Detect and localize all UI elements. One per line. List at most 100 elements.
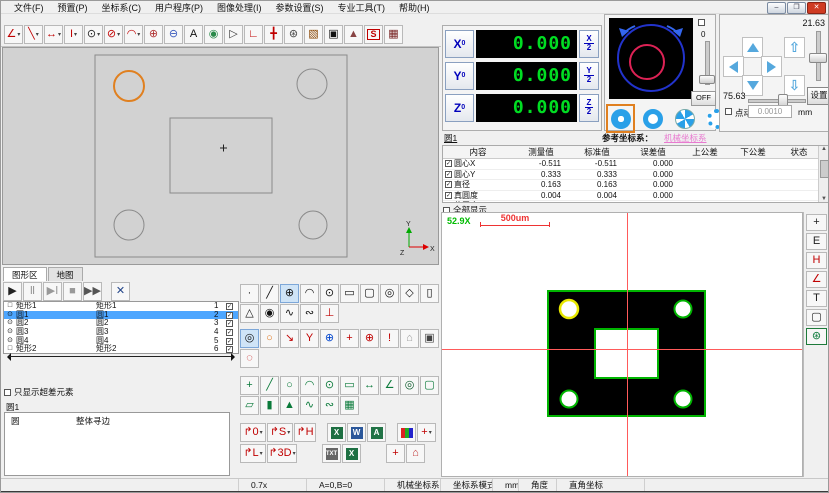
ellipse-tool[interactable]: ⊙ <box>320 284 339 303</box>
width-measure-icon[interactable]: ↔▾ <box>44 25 63 44</box>
stop-button[interactable]: ■ <box>63 282 82 301</box>
coord-save-button[interactable]: ↱S▾ <box>267 423 293 442</box>
menu-pro-tools[interactable]: 专业工具(T) <box>331 1 393 14</box>
o-ring-tool[interactable]: ○ <box>260 329 279 348</box>
rect-tool[interactable]: ▭ <box>340 284 359 303</box>
view-settings-gear-icon[interactable]: ⊛ <box>806 328 827 345</box>
element-checkbox[interactable]: ✓ <box>226 338 233 345</box>
element-checkbox[interactable]: ✓ <box>226 329 233 336</box>
height-measure-icon[interactable]: I▾ <box>64 25 83 44</box>
closed-curve-tool[interactable]: ∾ <box>300 304 319 323</box>
dropdown-arrow[interactable]: ▾ <box>58 31 61 38</box>
circle-tool[interactable]: ⊕ <box>280 284 299 303</box>
arc-tool[interactable]: ◠ <box>300 284 319 303</box>
color-view-icon[interactable]: ◉ <box>204 25 223 44</box>
construct-slot[interactable]: ▢ <box>420 376 439 395</box>
split-tool[interactable]: Υ <box>300 329 319 348</box>
circle-slash-icon[interactable]: ⊘▾ <box>104 25 123 44</box>
text-label-icon[interactable]: T <box>806 290 827 307</box>
menu-preset[interactable]: 预置(P) <box>51 1 95 14</box>
dropdown-arrow[interactable]: ▾ <box>293 450 296 457</box>
excel2-export-button[interactable]: X <box>342 444 361 463</box>
ring-edge-tool[interactable]: ◎ <box>240 329 259 348</box>
step-button[interactable]: ▶Ⅰ <box>43 282 62 301</box>
construct-plane[interactable]: ▱ <box>240 396 259 415</box>
edge-detect-icon[interactable]: E <box>806 233 827 250</box>
detail-row[interactable]: 圆整体寻边 <box>5 413 229 427</box>
close-button[interactable]: ✕ <box>807 2 826 14</box>
menu-param-settings[interactable]: 参数设置(S) <box>269 1 331 14</box>
dropdown-arrow[interactable]: ▾ <box>36 31 39 38</box>
matrix-tool[interactable]: ▦ <box>340 396 359 415</box>
row-checkbox[interactable]: ✓ <box>445 160 452 167</box>
txt-export-button[interactable]: TXT <box>322 444 341 463</box>
construct-arc[interactable]: ◠ <box>300 376 319 395</box>
z-up-button[interactable]: ⇧ <box>784 37 805 58</box>
element-row-圆4[interactable]: ⊙圆4圆45✓ <box>4 337 238 346</box>
element-list-hscrollbar[interactable] <box>3 353 239 361</box>
ffwd-button[interactable]: ▶▶ <box>83 282 102 301</box>
arc-measure-icon[interactable]: ◠▾ <box>124 25 143 44</box>
restore-button[interactable]: ❐ <box>787 2 806 14</box>
ref-coordsys-link[interactable]: 机械坐标系 <box>664 132 707 144</box>
zoom-out-icon[interactable]: ⊖ <box>164 25 183 44</box>
focus-region-button[interactable]: +▾ <box>417 423 436 442</box>
element-row-圆1[interactable]: ⊙圆1圆12✓ <box>4 311 238 320</box>
color-bars-button[interactable] <box>397 423 416 442</box>
settings-gear-icon[interactable]: ⊛ <box>284 25 303 44</box>
cone-tool[interactable]: △ <box>240 304 259 323</box>
menu-help[interactable]: 帮助(H) <box>392 1 437 14</box>
ring-tool[interactable]: ◎ <box>380 284 399 303</box>
construct-cylinder[interactable]: ▮ <box>260 396 279 415</box>
filter-checkbox[interactable] <box>4 389 11 396</box>
pin-mark-button[interactable]: + <box>386 444 405 463</box>
report-export-button[interactable]: A <box>367 423 386 442</box>
tab-map[interactable]: 地图 <box>48 267 83 281</box>
dropdown-arrow[interactable]: ▾ <box>117 31 120 38</box>
jog-right-button[interactable] <box>761 56 782 77</box>
probe-pin-tool[interactable]: ! <box>380 329 399 348</box>
construct-circle[interactable]: ○ <box>280 376 299 395</box>
zoom-region-tool[interactable]: ⊕ <box>320 329 339 348</box>
point-tool[interactable]: · <box>240 284 259 303</box>
text-annotation-icon[interactable]: A <box>184 25 203 44</box>
jog-mode-checkbox[interactable] <box>725 108 732 115</box>
scroll-left-arrow[interactable] <box>3 353 11 361</box>
tool-config-button[interactable]: ✕ <box>111 282 130 301</box>
hole-2[interactable] <box>675 301 692 318</box>
filter-outof-tolerance[interactable]: 只显示超差元素 <box>4 386 74 398</box>
coord-recall-button[interactable]: ↱H <box>294 423 316 442</box>
ring-light-full-button[interactable] <box>606 104 635 133</box>
video-measure-view[interactable]: 52.9X 500um <box>441 212 803 477</box>
measure-row-圆心Y[interactable]: ✓圆心Y0.3330.3330.000 <box>443 170 829 181</box>
polygon-tool[interactable]: ◇ <box>400 284 419 303</box>
hole-1-selected[interactable] <box>560 300 578 318</box>
capture-icon[interactable]: ▣ <box>324 25 343 44</box>
row-checkbox[interactable]: ✓ <box>445 181 452 188</box>
half-x-button[interactable]: X2 <box>579 30 599 58</box>
dropdown-arrow[interactable]: ▾ <box>137 31 140 38</box>
ring-light-quadrant-button[interactable] <box>670 104 699 133</box>
minimize-button[interactable]: – <box>767 2 786 14</box>
jog-left-button[interactable] <box>723 56 744 77</box>
menu-image-processing[interactable]: 图像处理(I) <box>210 1 269 14</box>
settings-button[interactable]: 设置 <box>807 87 829 105</box>
crosshair-x-icon[interactable]: + <box>806 214 827 231</box>
ring-light-inner-button[interactable] <box>638 104 667 133</box>
coord-axes-icon[interactable]: ∟ <box>244 25 263 44</box>
construct-point[interactable]: + <box>240 376 259 395</box>
coord-origin-button[interactable]: ↱0▾ <box>240 423 266 442</box>
menu-coordsys[interactable]: 坐标系(C) <box>95 1 149 14</box>
camera-view[interactable] <box>609 18 693 99</box>
height-tool[interactable]: ⊥ <box>320 304 339 323</box>
jog-up-button[interactable] <box>742 37 763 58</box>
exit-icon[interactable]: ▦ <box>384 25 403 44</box>
dropdown-arrow[interactable]: ▾ <box>17 31 20 38</box>
coord-level-button[interactable]: ↱L▾ <box>240 444 266 463</box>
calibration-icon[interactable]: ▧ <box>304 25 323 44</box>
pause-button[interactable]: Ⅱ <box>23 282 42 301</box>
dropdown-arrow[interactable]: ▾ <box>97 31 100 38</box>
inner-rect[interactable] <box>170 118 272 193</box>
element-checkbox[interactable]: ✓ <box>226 303 233 310</box>
cone-calib-icon[interactable]: ▲ <box>344 25 363 44</box>
